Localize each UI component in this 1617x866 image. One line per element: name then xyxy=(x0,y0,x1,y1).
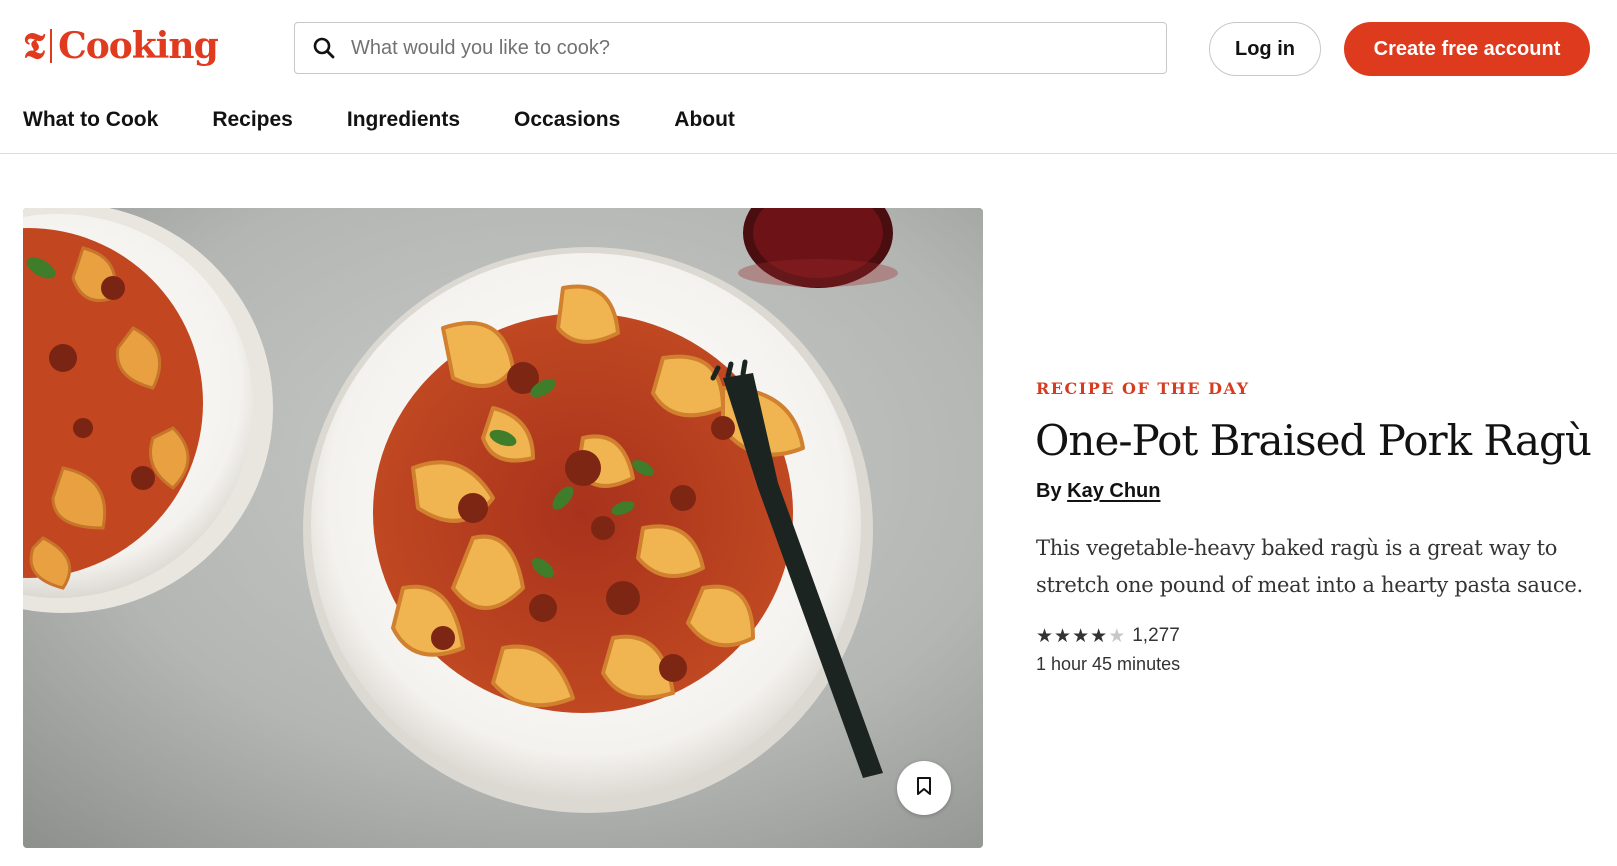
author-link[interactable]: Kay Chun xyxy=(1067,480,1160,502)
main-nav: What to Cook Recipes Ingredients Occasio… xyxy=(23,100,789,140)
recipe-of-the-day-label: RECIPE OF THE DAY xyxy=(1036,379,1250,398)
byline-prefix: By xyxy=(1036,480,1062,502)
star-filled-icon: ★ xyxy=(1090,625,1108,647)
nav-divider xyxy=(0,153,1617,154)
search-input[interactable] xyxy=(351,36,1131,60)
recipe-byline: By Kay Chun xyxy=(1036,480,1160,503)
logo-wordmark: Cooking xyxy=(58,25,219,67)
cook-time: 1 hour 45 minutes xyxy=(1036,654,1181,674)
star-filled-icon: ★ xyxy=(1054,625,1072,647)
recipe-title[interactable]: One-Pot Braised Pork Ragù xyxy=(1035,416,1592,465)
nyt-t-logo-icon: 𝕿 xyxy=(23,25,46,67)
nav-item-occasions[interactable]: Occasions xyxy=(514,108,620,132)
star-empty-icon: ★ xyxy=(1108,625,1126,647)
nav-item-recipes[interactable]: Recipes xyxy=(212,108,293,132)
login-button[interactable]: Log in xyxy=(1209,22,1321,76)
recipe-rating: ★ ★ ★ ★ ★ 1,277 xyxy=(1036,625,1180,647)
bookmark-icon xyxy=(915,776,933,801)
save-recipe-button[interactable] xyxy=(897,761,951,815)
nav-item-what-to-cook[interactable]: What to Cook xyxy=(23,108,158,132)
search-bar[interactable] xyxy=(294,22,1167,74)
star-filled-icon: ★ xyxy=(1072,625,1090,647)
recipe-description: This vegetable-heavy baked ragù is a gre… xyxy=(1036,536,1583,597)
rating-count: 1,277 xyxy=(1132,625,1180,646)
star-filled-icon: ★ xyxy=(1036,625,1054,647)
nav-item-about[interactable]: About xyxy=(674,108,735,132)
create-account-button[interactable]: Create free account xyxy=(1344,22,1590,76)
cooking-logo[interactable]: 𝕿 Cooking xyxy=(23,22,219,70)
nav-item-ingredients[interactable]: Ingredients xyxy=(347,108,460,132)
recipe-hero-image[interactable] xyxy=(23,208,983,848)
logo-divider xyxy=(50,29,53,63)
rating-stars: ★ ★ ★ ★ ★ xyxy=(1036,627,1126,646)
search-icon xyxy=(313,37,335,59)
